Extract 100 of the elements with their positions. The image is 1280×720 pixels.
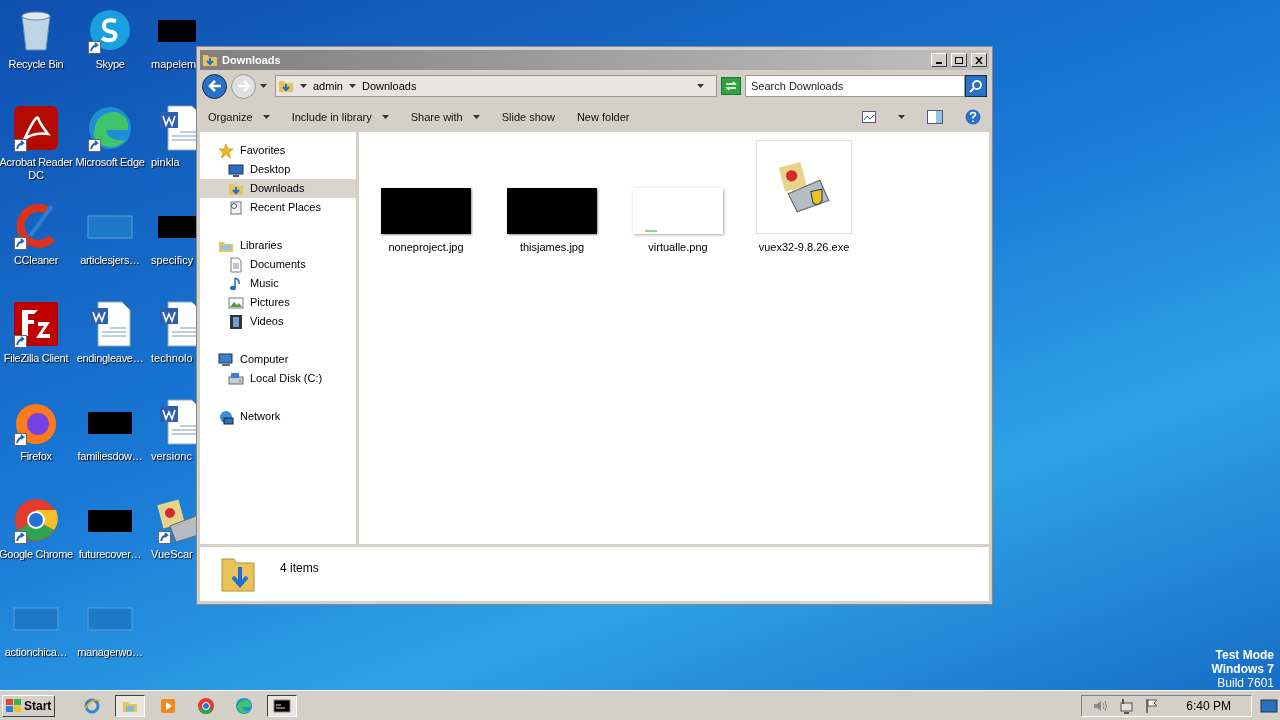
nav-item[interactable]: Local Disk (C:) xyxy=(200,369,356,388)
window-title: Downloads xyxy=(222,52,282,68)
system-text: Windows 7 xyxy=(1211,662,1274,676)
desktop-icon[interactable]: FileZilla Client xyxy=(0,300,73,365)
view-options-icon[interactable] xyxy=(862,111,876,123)
address-field[interactable]: admin Downloads xyxy=(275,75,717,97)
item-count: 4 items xyxy=(280,560,319,577)
file-item[interactable]: virtualle.png xyxy=(631,140,725,256)
desktop-icon[interactable]: Skype xyxy=(73,6,147,71)
nav-item[interactable]: Music xyxy=(200,274,356,293)
film-strip-icon xyxy=(228,313,244,330)
file-item[interactable]: noneproject.jpg xyxy=(379,140,473,256)
system-text: Test Mode xyxy=(1215,648,1274,662)
scanner-shield-icon xyxy=(777,160,831,214)
caret-icon xyxy=(898,115,905,119)
toolbar-button[interactable]: New folder xyxy=(576,108,630,126)
nav-item[interactable]: Recent Places xyxy=(200,198,356,217)
desktop-icon[interactable]: specificy xyxy=(150,202,196,267)
file-name: thisjames.jpg xyxy=(519,240,585,255)
help-icon[interactable] xyxy=(965,109,981,125)
file-item[interactable]: thisjames.jpg xyxy=(505,140,599,256)
desktop-icon[interactable]: Recycle Bin xyxy=(0,6,73,71)
clock[interactable]: 6:40 PM xyxy=(1186,696,1231,715)
search-icon xyxy=(969,79,983,93)
desktop-icon-label: pinkla xyxy=(150,156,180,169)
desktop-icon-label: Microsoft Edge xyxy=(74,156,146,169)
nav-item[interactable]: Pictures xyxy=(200,293,356,312)
file-item[interactable]: vuex32-9.8.26.exe xyxy=(757,140,851,256)
system-text: Build 7601 xyxy=(1217,676,1274,690)
desktop-icon-label: Google Chrome xyxy=(0,548,73,561)
toolbar-button[interactable]: Organize xyxy=(208,108,270,126)
refresh-button[interactable] xyxy=(721,77,741,95)
file-name: noneproject.jpg xyxy=(388,240,464,255)
chrome-logo-icon xyxy=(197,696,216,715)
forward-arrow-icon xyxy=(236,80,251,92)
nav-item[interactable]: Computer xyxy=(200,350,356,369)
desktop-icon[interactable]: Google Chrome xyxy=(0,496,73,561)
internet-explorer-icon xyxy=(83,696,102,715)
back-button[interactable] xyxy=(202,73,227,99)
desktop-icon[interactable]: futurecover… xyxy=(73,496,147,561)
acrobat-logo-icon xyxy=(12,104,60,152)
search-button[interactable] xyxy=(965,75,987,97)
minimize-button[interactable] xyxy=(931,53,947,67)
caret-icon xyxy=(260,84,267,88)
desktop-icon-label: actionchica… xyxy=(3,646,69,659)
desktop-icon-label: futurecover… xyxy=(77,548,143,561)
hard-disk-icon xyxy=(228,370,244,387)
taskbar-button[interactable] xyxy=(115,694,146,717)
toolbar-button[interactable]: Include in library xyxy=(291,108,389,126)
edge-logo-icon xyxy=(86,104,134,152)
desktop-icon[interactable]: Firefox xyxy=(0,398,73,463)
nav-item[interactable]: Libraries xyxy=(200,236,356,255)
desktop-icon[interactable]: VueScar xyxy=(150,496,196,561)
desktop-icon[interactable]: actionchica… xyxy=(0,594,73,659)
network-icon[interactable] xyxy=(1118,697,1135,714)
desktop-icon[interactable]: articlesjers… xyxy=(73,202,147,267)
filezilla-logo-icon xyxy=(12,300,60,348)
preview-pane-icon[interactable] xyxy=(927,110,943,124)
close-icon xyxy=(975,56,983,64)
caret-icon xyxy=(300,84,307,88)
start-button[interactable]: Start xyxy=(2,694,56,717)
desktop-icon-label: familiesdow… xyxy=(76,450,144,463)
breadcrumb-item[interactable]: admin xyxy=(313,77,343,95)
computer-icon xyxy=(218,351,234,368)
desktop-icon-label: Recycle Bin xyxy=(7,58,65,71)
nav-item[interactable]: Desktop xyxy=(200,160,356,179)
maximize-button[interactable] xyxy=(951,53,967,67)
close-button[interactable] xyxy=(971,53,987,67)
nav-item[interactable]: Network xyxy=(200,407,356,426)
desktop-icon-label: Skype xyxy=(94,58,126,71)
caret-icon xyxy=(697,84,704,88)
taskbar-button[interactable] xyxy=(267,694,298,717)
desktop-icon[interactable]: familiesdow… xyxy=(73,398,147,463)
desktop-icon-label: managerwo… xyxy=(76,646,144,659)
desktop-icon[interactable]: Microsoft Edge xyxy=(73,104,147,169)
desktop-icon[interactable]: Acrobat Reader DC xyxy=(0,104,73,182)
search-field[interactable]: Search Downloads xyxy=(745,75,965,97)
show-desktop-icon[interactable] xyxy=(1260,697,1278,714)
nav-item[interactable]: Documents xyxy=(200,255,356,274)
caret-icon xyxy=(348,84,356,88)
nav-item[interactable]: Downloads xyxy=(200,179,356,198)
file-name: vuex32-9.8.26.exe xyxy=(758,240,850,255)
desktop-icon-label: Acrobat Reader DC xyxy=(0,156,73,182)
toolbar-button[interactable]: Share with xyxy=(410,108,480,126)
desktop-icon[interactable]: mapelem xyxy=(150,6,196,71)
monitor-icon xyxy=(228,161,244,178)
nav-item[interactable]: Favorites xyxy=(200,141,356,160)
breadcrumb-item[interactable]: Downloads xyxy=(361,77,417,95)
command-prompt-icon xyxy=(273,696,292,715)
maximize-icon xyxy=(955,56,963,64)
nav-item[interactable]: Videos xyxy=(200,312,356,331)
desktop-icon[interactable]: CCleaner xyxy=(0,202,73,267)
refresh-icon xyxy=(725,81,737,91)
chrome-logo-icon xyxy=(12,496,60,544)
document-icon xyxy=(228,256,244,273)
desktop-icon-label: articlesjers… xyxy=(79,254,141,267)
desktop-icon[interactable]: endingleave… xyxy=(73,300,147,365)
desktop-icon-label: endingleave… xyxy=(75,352,145,365)
toolbar-button[interactable]: Slide show xyxy=(501,108,555,126)
desktop-icon-label: versionc xyxy=(150,450,192,463)
